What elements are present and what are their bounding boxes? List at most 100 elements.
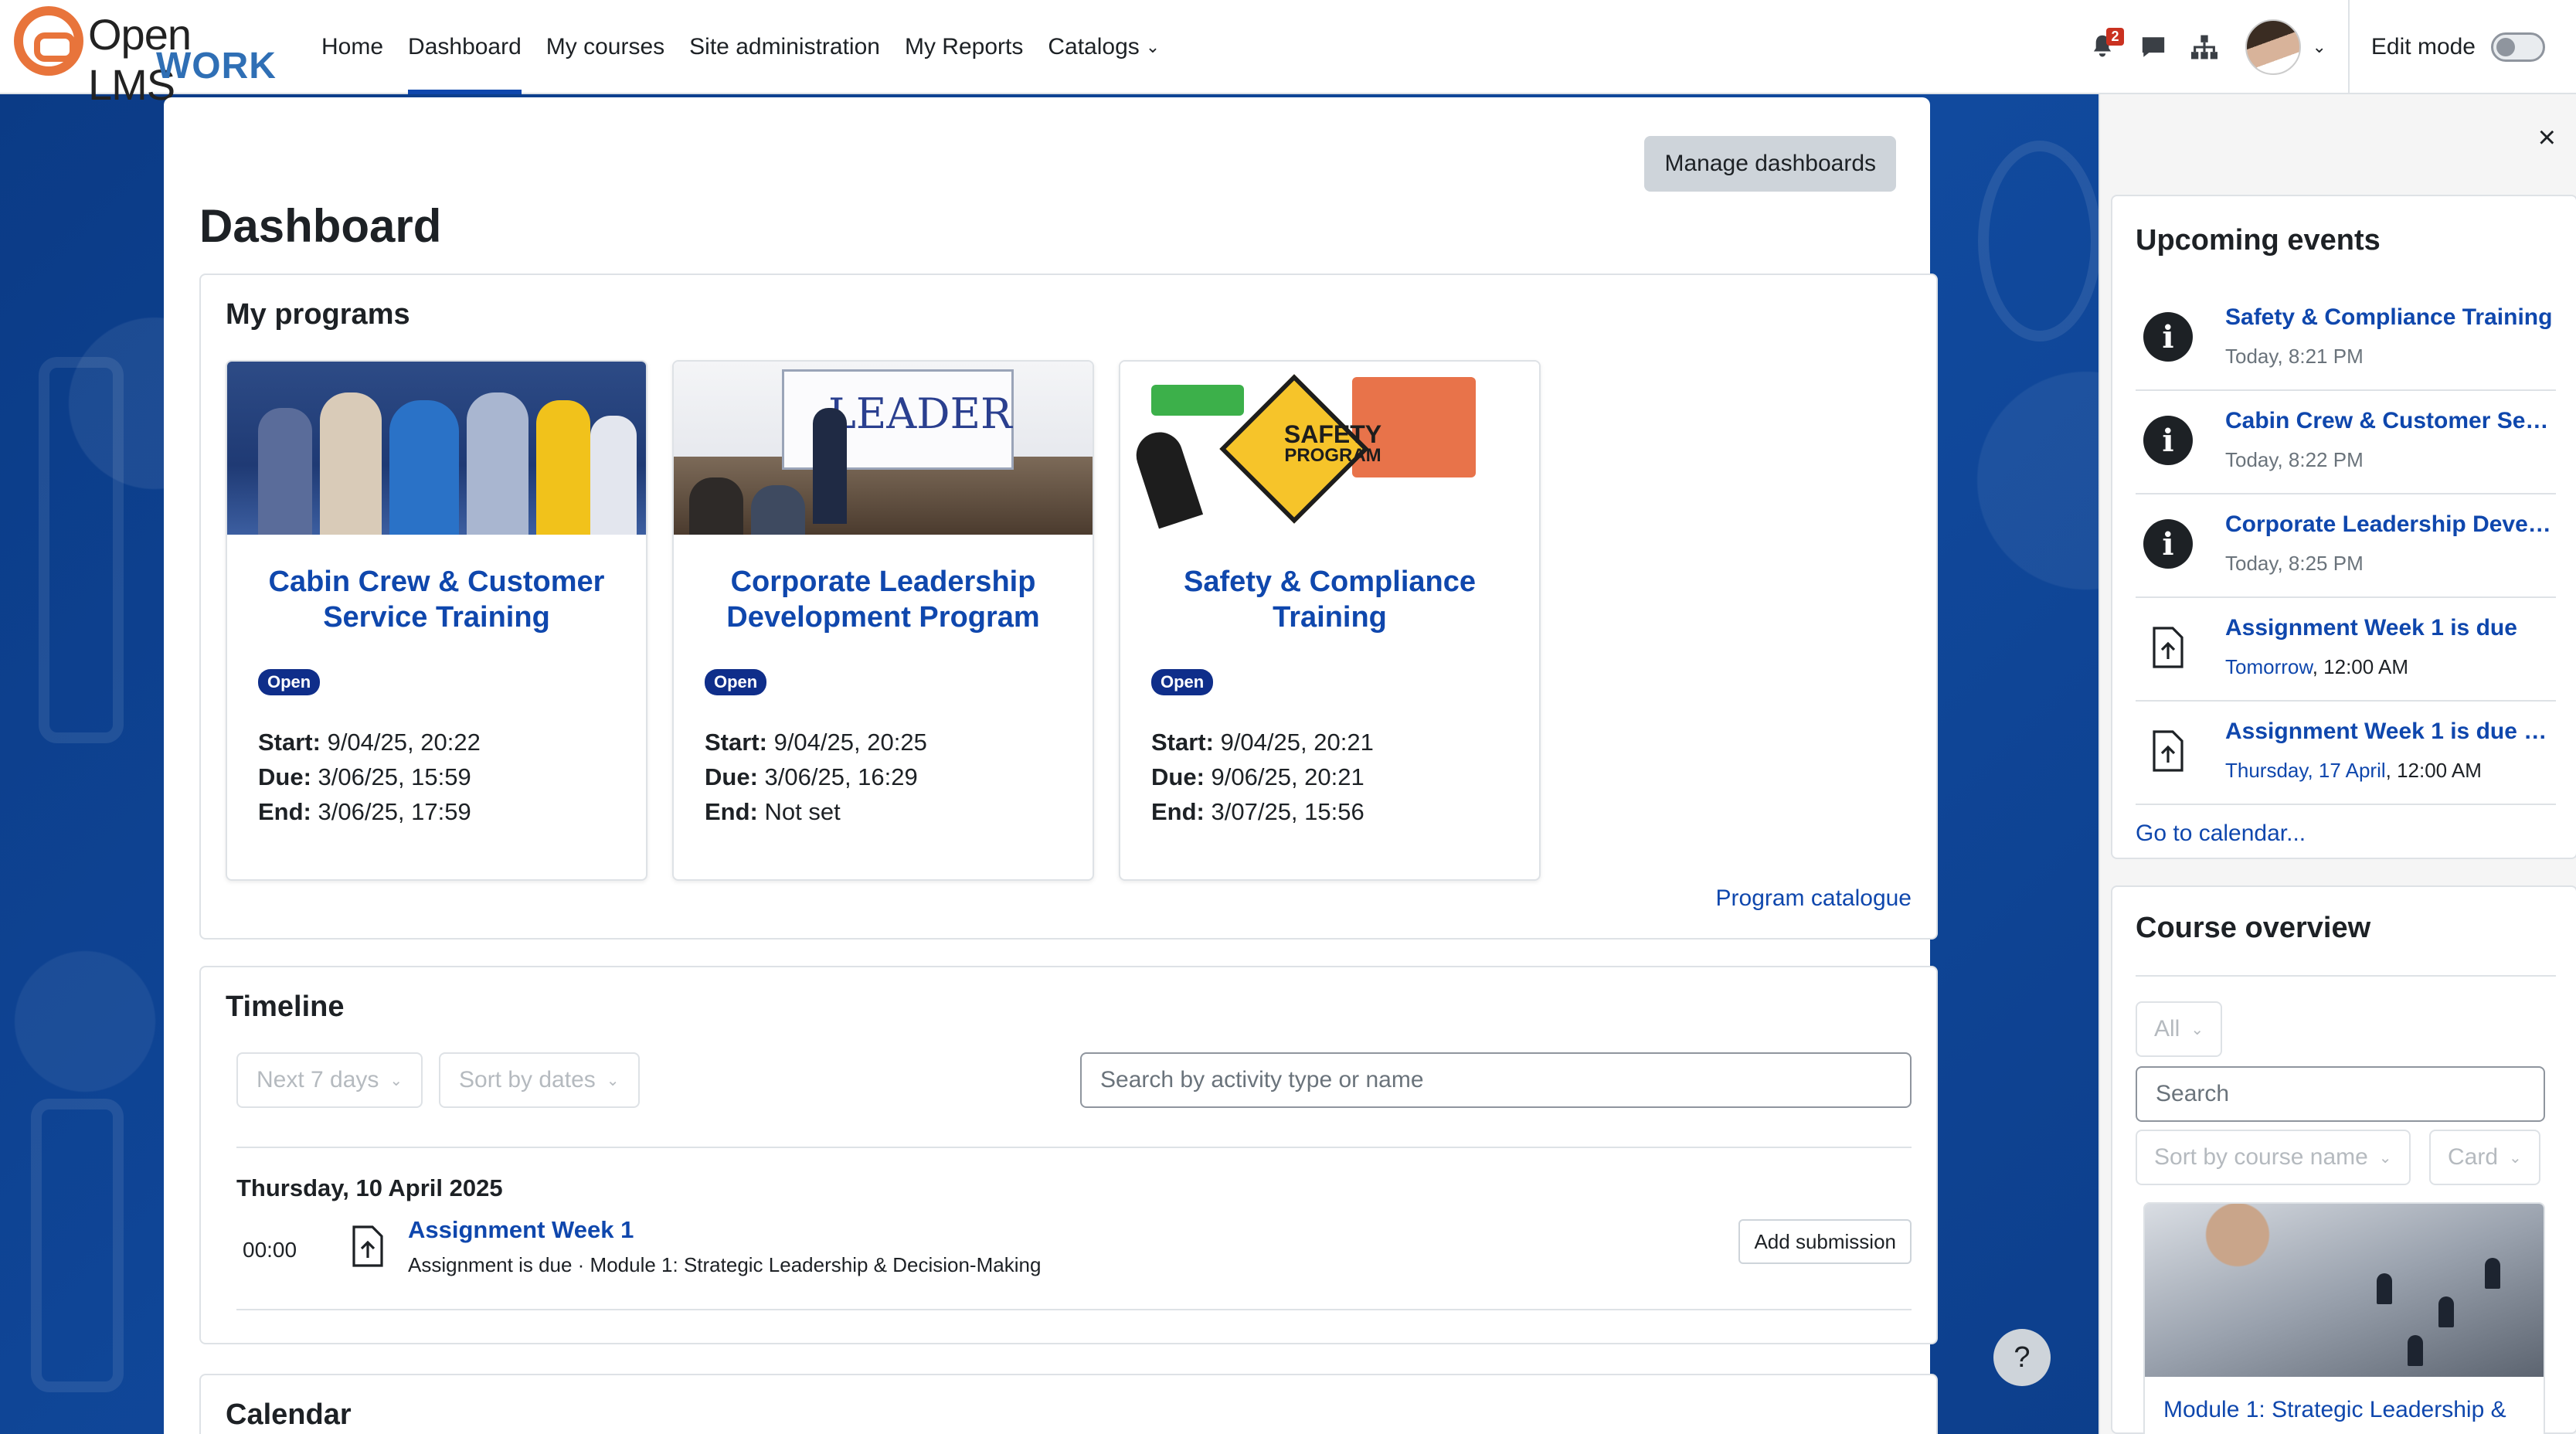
nav-my-courses-label: My courses: [545, 34, 665, 59]
course-view-select[interactable]: Card ⌄: [2429, 1130, 2540, 1185]
file-upload-icon: [2143, 623, 2193, 672]
nav-dashboard[interactable]: Dashboard: [396, 0, 534, 94]
course-card[interactable]: Module 1: Strategic Leadership &: [2143, 1202, 2545, 1434]
nav-home[interactable]: Home: [309, 0, 396, 94]
end-date: 3/06/25, 17:59: [318, 798, 471, 825]
right-block-drawer: × Upcoming events i Safety & Compliance …: [2099, 94, 2576, 1434]
event-item[interactable]: i Safety & Compliance Training Today, 8:…: [2136, 287, 2556, 391]
end-label: End:: [258, 798, 311, 825]
messages-button[interactable]: [2128, 22, 2179, 73]
user-avatar[interactable]: [2245, 19, 2302, 75]
sitemap-button[interactable]: [2179, 22, 2230, 73]
end-label: End:: [705, 798, 758, 825]
info-icon: i: [2143, 416, 2193, 465]
page-title: Dashboard: [199, 200, 442, 252]
timeline-divider: [236, 1147, 1912, 1148]
program-card-cabin-crew[interactable]: Cabin Crew & Customer Service Training O…: [226, 360, 647, 881]
sort-select-value: Sort by dates: [459, 1067, 596, 1092]
my-programs-title: My programs: [226, 298, 410, 331]
timeline-item-detail: Assignment is due · Module 1: Strategic …: [408, 1253, 1042, 1276]
timeline-date-heading: Thursday, 10 April 2025: [236, 1174, 503, 1201]
event-name-link[interactable]: Corporate Leadership Development Program: [2225, 511, 2553, 538]
view-select-value: Card: [2448, 1144, 2499, 1170]
main-content: Manage dashboards Dashboard My programs …: [164, 97, 1938, 1434]
event-item[interactable]: i Corporate Leadership Development Progr…: [2136, 494, 2556, 598]
calendar-title: Calendar: [226, 1398, 352, 1431]
program-card-corporate-leadership[interactable]: LEADER Corporate Leadership Development …: [672, 360, 1094, 881]
calendar-block: Calendar: [199, 1374, 1938, 1434]
user-menu-chevron-icon[interactable]: ⌄: [2312, 37, 2326, 57]
course-filter-select[interactable]: All ⌄: [2136, 1001, 2223, 1057]
end-date: 3/07/25, 15:56: [1211, 798, 1364, 825]
nav-my-reports[interactable]: My Reports: [892, 0, 1035, 94]
edit-mode-toggle[interactable]: [2491, 32, 2545, 62]
event-when: Today, 8:22 PM: [2225, 448, 2364, 472]
sitemap-icon: [2191, 35, 2218, 59]
due-date: 3/06/25, 16:29: [764, 763, 918, 790]
logo-text-bottom: WORK: [156, 46, 277, 87]
event-when-text: , 12:00 AM: [2312, 655, 2409, 678]
event-when: Thursday, 17 April, 12:00 AM: [2225, 759, 2482, 783]
nav-catalogs-label: Catalogs: [1048, 34, 1140, 59]
info-icon: i: [2143, 312, 2193, 362]
filter-select-value: All: [2154, 1016, 2180, 1042]
timeline-item-name-link[interactable]: Assignment Week 1: [408, 1216, 634, 1244]
start-date: 9/04/25, 20:25: [773, 729, 927, 756]
event-name-link[interactable]: Cabin Crew & Customer Service Training: [2225, 408, 2553, 434]
edit-mode-label: Edit mode: [2370, 34, 2476, 59]
nav-my-courses[interactable]: My courses: [534, 0, 677, 94]
logo-mark-icon: [14, 6, 83, 76]
chevron-down-icon: ⌄: [2378, 1149, 2392, 1167]
event-when-highlight[interactable]: Thursday, 17 April: [2225, 759, 2386, 782]
range-select-value: Next 7 days: [257, 1067, 379, 1092]
file-upload-icon: [2143, 726, 2193, 776]
go-to-calendar-link[interactable]: Go to calendar...: [2136, 821, 2306, 847]
due-label: Due:: [258, 763, 311, 790]
event-item[interactable]: i Cabin Crew & Customer Service Training…: [2136, 391, 2556, 494]
course-search-input[interactable]: Search: [2136, 1066, 2545, 1122]
manage-dashboards-button[interactable]: Manage dashboards: [1644, 136, 1896, 192]
timeline-block: Timeline Next 7 days ⌄ Sort by dates ⌄ Sea…: [199, 966, 1938, 1344]
course-sort-select[interactable]: Sort by course name ⌄: [2136, 1130, 2411, 1185]
circle-decoration: [1978, 141, 2102, 342]
program-card-safety-compliance[interactable]: SAFETY PROGRAM Safety & Compliance Train…: [1119, 360, 1541, 881]
program-name-link[interactable]: Safety & Compliance Training: [1136, 564, 1524, 635]
program-catalogue-link[interactable]: Program catalogue: [1716, 885, 1912, 912]
nav-catalogs[interactable]: Catalogs ⌄: [1035, 0, 1172, 94]
course-name-link[interactable]: Module 1: Strategic Leadership &: [2163, 1397, 2506, 1423]
event-when-highlight[interactable]: Tomorrow: [2225, 655, 2313, 678]
chevron-down-icon: ⌄: [2509, 1149, 2522, 1167]
chevron-down-icon: ⌄: [2190, 1021, 2204, 1038]
notifications-button[interactable]: 2: [2077, 22, 2128, 73]
event-name-link[interactable]: Assignment Week 1 is due: [2225, 615, 2553, 641]
nav-home-label: Home: [321, 34, 384, 59]
program-dates: Start: 9/04/25, 20:25 Due: 3/06/25, 16:2…: [705, 725, 927, 829]
close-drawer-icon[interactable]: ×: [2538, 121, 2556, 155]
event-item[interactable]: Assignment Week 1 is due Tomorrow, 12:00…: [2136, 598, 2556, 702]
end-date: Not set: [764, 798, 841, 825]
nav-my-reports-label: My Reports: [904, 34, 1024, 59]
add-submission-button[interactable]: Add submission: [1738, 1219, 1912, 1264]
timeline-sort-select[interactable]: Sort by dates ⌄: [439, 1052, 640, 1108]
program-dates: Start: 9/04/25, 20:21 Due: 9/06/25, 20:2…: [1151, 725, 1374, 829]
event-when: Today, 8:21 PM: [2225, 345, 2364, 369]
top-navbar: Open LMS WORK Home Dashboard My courses …: [0, 0, 2576, 109]
nav-right-area: 2 ⌄ Edit mode: [2077, 0, 2576, 94]
help-button[interactable]: ?: [1993, 1329, 2051, 1386]
event-name-link[interactable]: Assignment Week 1 is due (Module 2): [2225, 719, 2553, 745]
event-name-link[interactable]: Safety & Compliance Training: [2225, 304, 2553, 331]
info-icon: i: [2143, 519, 2193, 569]
timeline-search-input[interactable]: Search by activity type or name: [1080, 1052, 1912, 1108]
event-when-text: Today, 8:21 PM: [2225, 345, 2364, 368]
event-item[interactable]: Assignment Week 1 is due (Module 2) Thur…: [2136, 702, 2556, 805]
chevron-down-icon: ⌄: [1145, 37, 1161, 56]
open-lms-logo[interactable]: Open LMS WORK: [14, 6, 277, 109]
safety-image-text: SAFETY: [1283, 420, 1382, 448]
program-name-link[interactable]: Corporate Leadership Development Program: [689, 564, 1077, 635]
chevron-down-icon: ⌄: [606, 1072, 620, 1089]
timeline-range-select[interactable]: Next 7 days ⌄: [236, 1052, 423, 1108]
program-name-link[interactable]: Cabin Crew & Customer Service Training: [243, 564, 630, 635]
timeline-item-time: 00:00: [243, 1238, 297, 1262]
nav-site-administration[interactable]: Site administration: [677, 0, 892, 94]
leader-image-text: LEADER: [828, 389, 1012, 438]
